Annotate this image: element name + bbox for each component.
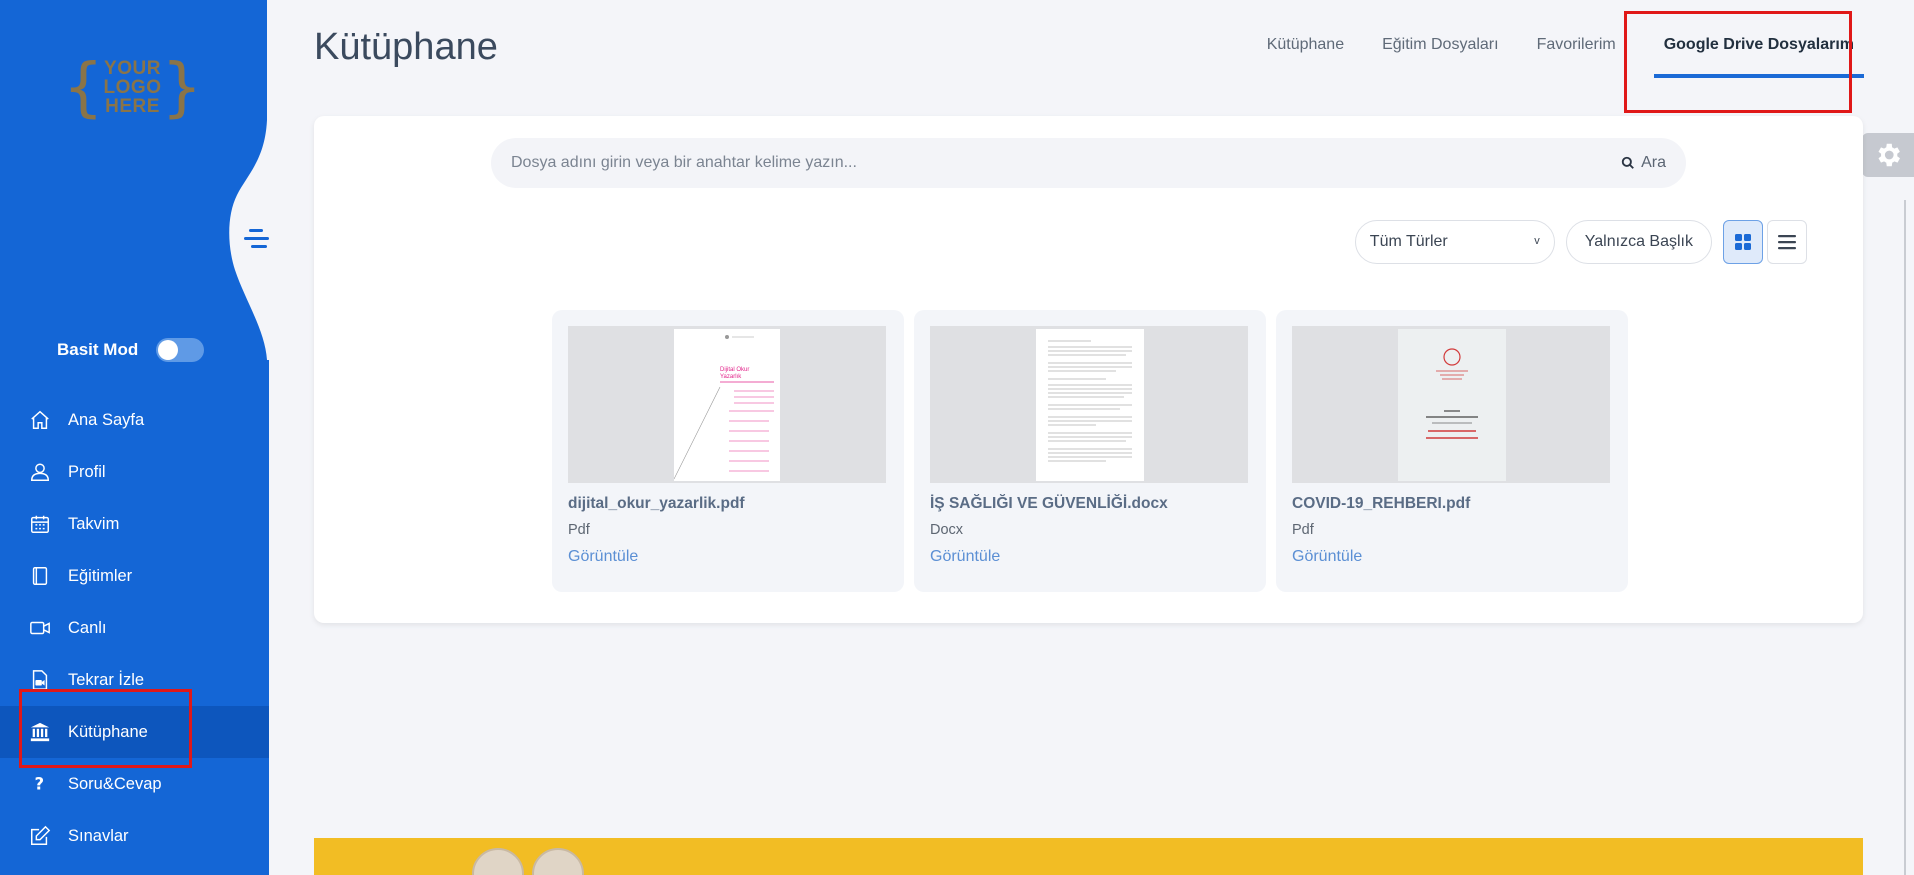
svg-text:Yazarlık: Yazarlık [720, 374, 742, 380]
sidebar-nav: Ana Sayfa Profil Takvim Eğitimler Canlı [0, 394, 269, 862]
list-icon [1778, 235, 1796, 250]
sidebar-item-profil[interactable]: Profil [0, 446, 269, 498]
search-button[interactable]: Ara [1621, 154, 1666, 172]
svg-text:?: ? [35, 775, 45, 794]
promo-banner [314, 838, 1863, 875]
highlight-google-drive-tab [1624, 11, 1852, 113]
view-link[interactable]: Görüntüle [1292, 548, 1612, 566]
view-link[interactable]: Görüntüle [930, 548, 1250, 566]
search-input[interactable] [511, 154, 1622, 172]
file-thumbnail [930, 326, 1248, 483]
logo-line-1: YOUR [104, 58, 161, 79]
sidebar-item-sinavlar[interactable]: Sınavlar [0, 810, 269, 862]
chevron-down-icon: v [1534, 235, 1540, 247]
question-icon: ? [28, 772, 52, 796]
tab-egitim-dosyalari[interactable]: Eğitim Dosyaları [1382, 36, 1510, 54]
home-icon [28, 408, 52, 432]
file-type: Pdf [1292, 522, 1314, 538]
docx-page-preview [1036, 329, 1144, 481]
edit-icon [28, 824, 52, 848]
basic-mode-label: Basit Mod [57, 340, 139, 359]
sidebar-item-egitimler[interactable]: Eğitimler [0, 550, 269, 602]
svg-text:Dijital Okur: Dijital Okur [720, 367, 749, 373]
book-icon [28, 564, 52, 588]
sidebar-curve [229, 0, 269, 360]
file-thumbnail: Dijital Okur Yazarlık [568, 326, 886, 483]
sidebar-item-label: Sınavlar [68, 826, 129, 845]
toggle-knob [158, 340, 179, 360]
sidebar-item-label: Ana Sayfa [68, 410, 145, 429]
sidebar-item-ana-sayfa[interactable]: Ana Sayfa [0, 394, 269, 446]
logo: { YOUR LOGO HERE } [62, 50, 203, 125]
banner-decoration [472, 848, 524, 875]
list-view-button[interactable] [1767, 220, 1807, 264]
file-card[interactable]: İŞ SAĞLIĞI VE GÜVENLİĞİ.docx Docx Görünt… [914, 310, 1266, 592]
title-only-button[interactable]: Yalnızca Başlık [1565, 220, 1712, 264]
calendar-icon [28, 512, 52, 536]
grid-icon [1735, 234, 1751, 250]
type-select-value: Tüm Türler [1369, 233, 1448, 250]
file-grid: Dijital Okur Yazarlık dijital_okur_yazar… [552, 310, 1638, 592]
tab-favorilerim[interactable]: Favorilerim [1537, 36, 1628, 54]
pdf-page-preview: Dijital Okur Yazarlık [674, 329, 780, 481]
user-icon [28, 460, 52, 484]
settings-button[interactable] [1862, 133, 1914, 177]
file-thumbnail [1292, 326, 1610, 483]
pdf-cover-preview [1398, 329, 1506, 481]
file-name[interactable]: İŞ SAĞLIĞI VE GÜVENLİĞİ.docx [930, 495, 1250, 513]
logo-line-2: LOGO [103, 77, 162, 98]
sidebar-item-label: Soru&Cevap [68, 774, 162, 793]
basic-mode: Basit Mod [57, 338, 205, 362]
file-card[interactable]: COVID-19_REHBERI.pdf Pdf Görüntüle [1276, 310, 1628, 592]
type-select[interactable]: Tüm Türler v [1354, 220, 1555, 264]
highlight-sidebar-kutuphane [19, 689, 192, 768]
sidebar-item-label: Eğitimler [68, 566, 133, 585]
file-card[interactable]: Dijital Okur Yazarlık dijital_okur_yazar… [552, 310, 904, 592]
sidebar-item-label: Takvim [68, 514, 120, 533]
page-scrollbar[interactable] [1904, 200, 1906, 875]
sidebar-item-canli[interactable]: Canlı [0, 602, 269, 654]
sidebar-item-label: Canlı [68, 618, 107, 637]
tab-kutuphane[interactable]: Kütüphane [1267, 36, 1356, 54]
gear-icon [1878, 143, 1900, 167]
grid-view-button[interactable] [1723, 220, 1763, 264]
file-type: Docx [930, 522, 964, 538]
page-title: Kütüphane [314, 26, 498, 68]
search-icon [1621, 156, 1635, 169]
sidebar-item-label: Tekrar İzle [68, 670, 145, 689]
basic-mode-toggle[interactable] [156, 338, 205, 362]
library-card: Ara Tüm Türler v Yalnızca Başlık Dijital… [314, 116, 1863, 623]
view-link[interactable]: Görüntüle [568, 548, 888, 566]
search-bar: Ara [491, 138, 1686, 188]
file-type: Pdf [568, 522, 590, 538]
file-name[interactable]: COVID-19_REHBERI.pdf [1292, 495, 1612, 513]
file-name[interactable]: dijital_okur_yazarlik.pdf [568, 495, 888, 513]
sidebar-item-label: Profil [68, 462, 106, 481]
filters-bar: Tüm Türler v Yalnızca Başlık [1354, 220, 1807, 264]
search-button-label: Ara [1641, 154, 1666, 171]
menu-toggle-icon[interactable] [242, 224, 272, 254]
sidebar-item-takvim[interactable]: Takvim [0, 498, 269, 550]
logo-line-3: HERE [105, 96, 160, 117]
banner-decoration [532, 848, 584, 875]
video-camera-icon [28, 616, 52, 640]
